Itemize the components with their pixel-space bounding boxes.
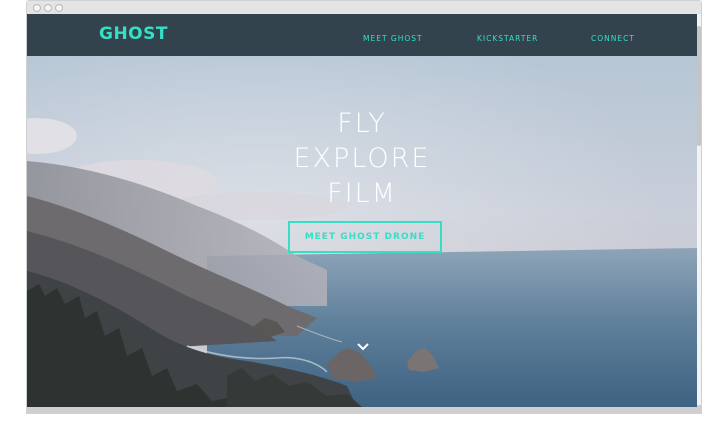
- chevron-down-icon[interactable]: [355, 339, 371, 355]
- minimize-window-button[interactable]: [44, 4, 52, 12]
- headline-explore: EXPLORE: [293, 143, 431, 174]
- page-viewport: GHOST MEET GHOST KICKSTARTER CONNECT FLY…: [27, 14, 697, 407]
- window-titlebar: [27, 1, 701, 14]
- browser-window: GHOST MEET GHOST KICKSTARTER CONNECT FLY…: [26, 0, 702, 414]
- maximize-window-button[interactable]: [55, 4, 63, 12]
- site-navbar: GHOST MEET GHOST KICKSTARTER CONNECT: [27, 14, 697, 56]
- page-scrollbar[interactable]: [697, 14, 701, 407]
- ghost-logo[interactable]: GHOST: [99, 24, 168, 44]
- close-window-button[interactable]: [33, 4, 41, 12]
- nav-link-kickstarter[interactable]: KICKSTARTER: [477, 34, 538, 43]
- scrollbar-thumb[interactable]: [697, 26, 701, 146]
- hero-headline: FLY EXPLORE FILM: [27, 106, 697, 211]
- meet-ghost-drone-button[interactable]: MEET GHOST DRONE: [288, 221, 442, 253]
- nav-link-connect[interactable]: CONNECT: [591, 34, 635, 43]
- nav-link-meet-ghost[interactable]: MEET GHOST: [363, 34, 423, 43]
- headline-fly: FLY: [337, 108, 387, 139]
- headline-film: FILM: [327, 178, 397, 209]
